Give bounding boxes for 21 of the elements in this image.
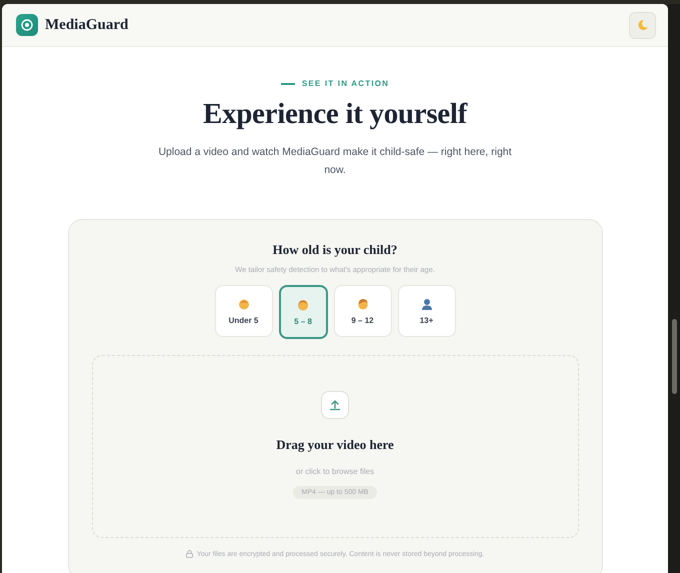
age-option[interactable]: 5 – 8 xyxy=(278,285,328,339)
target-logo-icon xyxy=(16,14,38,36)
age-option[interactable]: 13+ xyxy=(398,285,456,337)
moon-icon xyxy=(636,19,648,31)
age-option[interactable]: Under 5 xyxy=(214,285,272,337)
scrollbar-thumb[interactable] xyxy=(672,319,677,394)
section-title: Experience it yourself xyxy=(202,98,467,131)
age-question: How old is your child? xyxy=(272,242,398,258)
dropzone-title: Drag your video here xyxy=(276,437,394,453)
section-eyebrow: SEE IT IN ACTION xyxy=(302,79,390,88)
person-silhouette-icon xyxy=(420,298,432,310)
child-icon xyxy=(297,298,309,310)
section-subtitle: Upload a video and watch MediaGuard make it child-safe — right here, right now. xyxy=(157,145,513,178)
age-option[interactable]: 9 – 12 xyxy=(334,285,392,337)
upload-icon xyxy=(321,391,349,419)
brand-name: MediaGuard xyxy=(45,16,128,34)
lock-icon xyxy=(186,550,193,558)
baby-icon xyxy=(238,298,250,310)
theme-toggle-button[interactable] xyxy=(629,12,656,38)
boy-icon xyxy=(356,298,368,310)
browse-hint: or click to browse files xyxy=(296,467,374,476)
